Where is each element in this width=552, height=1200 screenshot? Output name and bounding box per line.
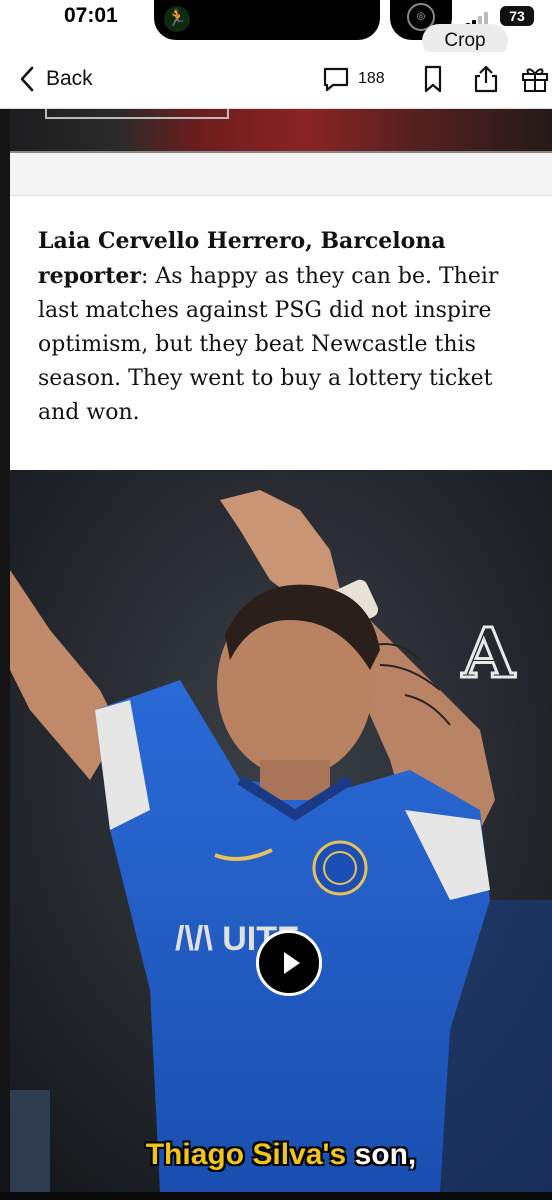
bottom-edge: [0, 1192, 552, 1200]
chevron-left-icon: [20, 66, 34, 92]
play-icon: [284, 952, 300, 974]
article-nav-bar: Back 188: [0, 52, 552, 109]
video-caption: Thiago Silva's son,: [10, 1138, 552, 1172]
bookmark-icon[interactable]: [418, 64, 448, 94]
comments-button[interactable]: 188: [322, 64, 385, 94]
gift-icon[interactable]: [520, 64, 550, 94]
previous-image-bottom: [10, 109, 552, 151]
battery-icon: 73: [500, 6, 534, 26]
play-button[interactable]: [256, 930, 322, 996]
section-gap: [10, 153, 552, 196]
dynamic-island: 🏃: [154, 0, 380, 40]
status-bar: 07:01 🏃 ◎ 73 Crop: [0, 0, 552, 58]
activity-icon: 🏃: [164, 6, 190, 32]
back-button[interactable]: Back: [20, 64, 93, 94]
caption-rest: son,: [354, 1138, 417, 1171]
back-label: Back: [46, 67, 93, 90]
article-paragraph: Laia Cervello Herrero, Barcelona reporte…: [38, 224, 530, 430]
comment-icon: [323, 67, 349, 92]
image-frame: [45, 109, 229, 119]
video-frame: /\/\ UITE: [10, 470, 552, 1192]
comment-count: 188: [358, 70, 385, 87]
video-player[interactable]: /\/\ UITE A Thiago Silva's son,: [10, 470, 552, 1192]
caption-highlight: Thiago Silva's: [145, 1138, 347, 1171]
left-edge-strip: [0, 0, 10, 1200]
athletic-logo: A: [461, 614, 517, 694]
status-time: 07:01: [64, 4, 118, 27]
share-icon[interactable]: [471, 64, 501, 94]
